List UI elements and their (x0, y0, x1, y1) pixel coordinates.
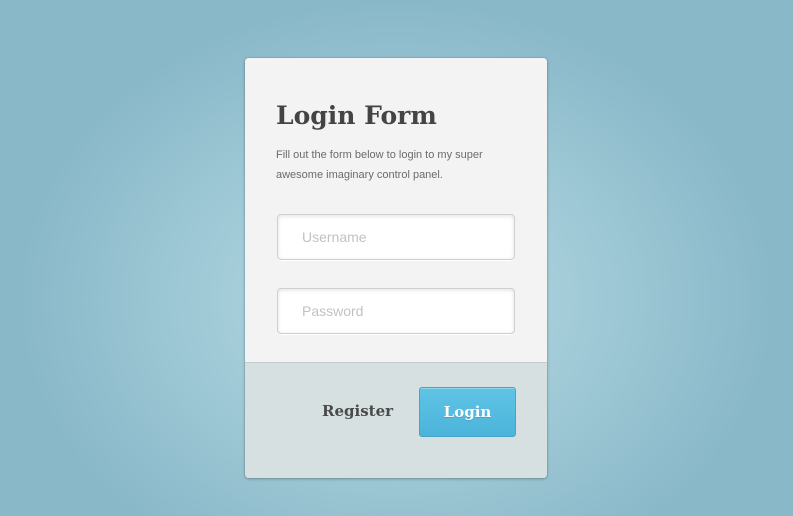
login-form-body: Login Form Fill out the form below to lo… (245, 58, 547, 362)
login-button[interactable]: Login (419, 387, 516, 437)
password-input[interactable] (277, 288, 515, 334)
login-form-footer: Register Login (245, 362, 547, 478)
register-link[interactable]: Register (322, 402, 393, 420)
login-card: Login Form Fill out the form below to lo… (245, 58, 547, 478)
page-title: Login Form (276, 101, 437, 130)
form-description: Fill out the form below to login to my s… (276, 149, 483, 181)
username-input[interactable] (277, 214, 515, 260)
